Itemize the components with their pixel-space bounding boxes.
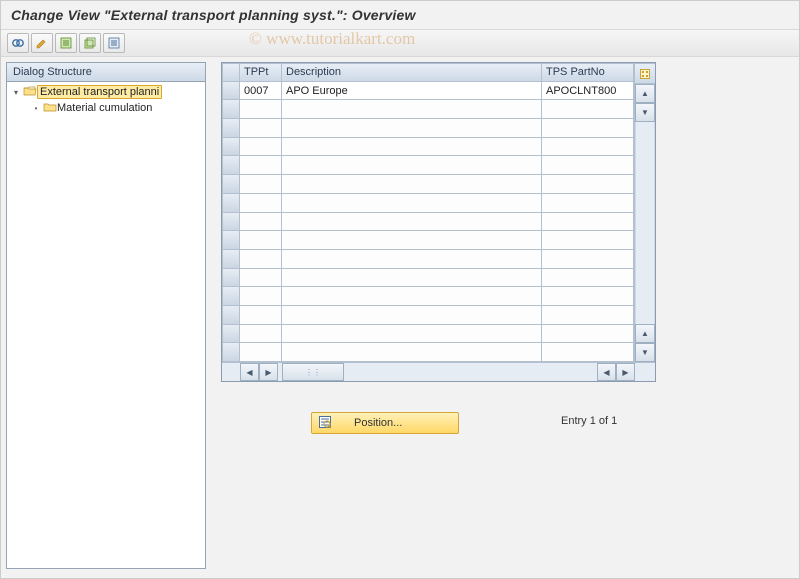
scroll-track[interactable] bbox=[635, 122, 655, 324]
table-row-empty[interactable] bbox=[222, 269, 634, 288]
table-row-empty[interactable] bbox=[222, 343, 634, 362]
table-row-empty[interactable] bbox=[222, 213, 634, 232]
entries-grid: TPPt Description TPS PartNo 0007 APO Eur… bbox=[221, 62, 656, 382]
cell-tppt[interactable]: 0007 bbox=[240, 82, 282, 101]
position-button-label: Position... bbox=[354, 417, 402, 429]
collapse-icon[interactable]: ▾ bbox=[11, 87, 21, 97]
table-row-empty[interactable] bbox=[222, 100, 634, 119]
table-row-empty[interactable] bbox=[222, 250, 634, 269]
folder-open-icon bbox=[23, 85, 37, 100]
entry-counter: Entry 1 of 1 bbox=[561, 415, 617, 427]
cell-description[interactable]: APO Europe bbox=[282, 82, 542, 101]
row-selector[interactable] bbox=[222, 82, 240, 101]
table-row-empty[interactable] bbox=[222, 231, 634, 250]
scroll-right-icon[interactable]: ▶ bbox=[259, 363, 278, 381]
page-title: Change View "External transport planning… bbox=[1, 1, 799, 29]
sap-window: Change View "External transport planning… bbox=[0, 0, 800, 579]
table-row-empty[interactable] bbox=[222, 194, 634, 213]
grid-select-all[interactable] bbox=[222, 63, 240, 82]
table-row-empty[interactable] bbox=[222, 138, 634, 157]
scroll-down-icon[interactable]: ▼ bbox=[635, 103, 655, 122]
tree-item-label: Material cumulation bbox=[57, 102, 152, 114]
scroll-left-icon[interactable]: ◀ bbox=[240, 363, 259, 381]
table-row-empty[interactable] bbox=[222, 156, 634, 175]
tree-item-label: External transport planni bbox=[37, 85, 162, 99]
tree-header: Dialog Structure bbox=[7, 63, 205, 82]
tree-body: ▾ External transport planni • Material c… bbox=[7, 82, 205, 568]
new-entries-button[interactable] bbox=[55, 33, 77, 53]
scroll-down-icon[interactable]: ▼ bbox=[635, 343, 655, 362]
tree-item-material-cumulation[interactable]: • Material cumulation bbox=[7, 100, 205, 116]
grid-table: TPPt Description TPS PartNo 0007 APO Eur… bbox=[222, 63, 634, 362]
position-icon bbox=[318, 415, 332, 432]
table-row[interactable]: 0007 APO Europe APOCLNT800 bbox=[222, 82, 634, 101]
table-row-empty[interactable] bbox=[222, 325, 634, 344]
column-header-tps-partno[interactable]: TPS PartNo bbox=[542, 63, 634, 82]
grid-vertical-scrollbar[interactable]: ▲ ▼ ▲ ▼ bbox=[634, 63, 655, 362]
position-button[interactable]: Position... bbox=[311, 412, 459, 434]
dialog-structure-panel: Dialog Structure ▾ External transport pl… bbox=[6, 62, 206, 569]
main-area: TPPt Description TPS PartNo 0007 APO Eur… bbox=[206, 57, 799, 574]
scroll-left-icon[interactable]: ◀ bbox=[597, 363, 616, 381]
scroll-up-icon[interactable]: ▲ bbox=[635, 324, 655, 343]
table-row-empty[interactable] bbox=[222, 287, 634, 306]
delete-button[interactable] bbox=[103, 33, 125, 53]
cell-tps-partno[interactable]: APOCLNT800 bbox=[542, 82, 634, 101]
scroll-track[interactable] bbox=[344, 363, 597, 381]
grid-configure-icon[interactable] bbox=[635, 63, 655, 84]
content-area: Dialog Structure ▾ External transport pl… bbox=[1, 57, 799, 574]
scroll-thumb[interactable]: ⋮⋮ bbox=[282, 363, 344, 381]
copy-as-button[interactable] bbox=[79, 33, 101, 53]
folder-closed-icon bbox=[43, 101, 57, 116]
column-header-description[interactable]: Description bbox=[282, 63, 542, 82]
edit-button[interactable] bbox=[31, 33, 53, 53]
table-row-empty[interactable] bbox=[222, 119, 634, 138]
table-row-empty[interactable] bbox=[222, 175, 634, 194]
toggle-display-change-button[interactable] bbox=[7, 33, 29, 53]
table-row-empty[interactable] bbox=[222, 306, 634, 325]
application-toolbar bbox=[1, 29, 799, 57]
bullet-icon: • bbox=[31, 103, 41, 113]
column-header-tppt[interactable]: TPPt bbox=[240, 63, 282, 82]
grid-horizontal-scrollbar[interactable]: ◀ ▶ ⋮⋮ ◀ ▶ bbox=[222, 362, 655, 381]
tree-item-external-transport-planning[interactable]: ▾ External transport planni bbox=[7, 84, 205, 100]
grid-header-row: TPPt Description TPS PartNo bbox=[222, 63, 634, 82]
scroll-up-icon[interactable]: ▲ bbox=[635, 84, 655, 103]
scroll-right-icon[interactable]: ▶ bbox=[616, 363, 635, 381]
